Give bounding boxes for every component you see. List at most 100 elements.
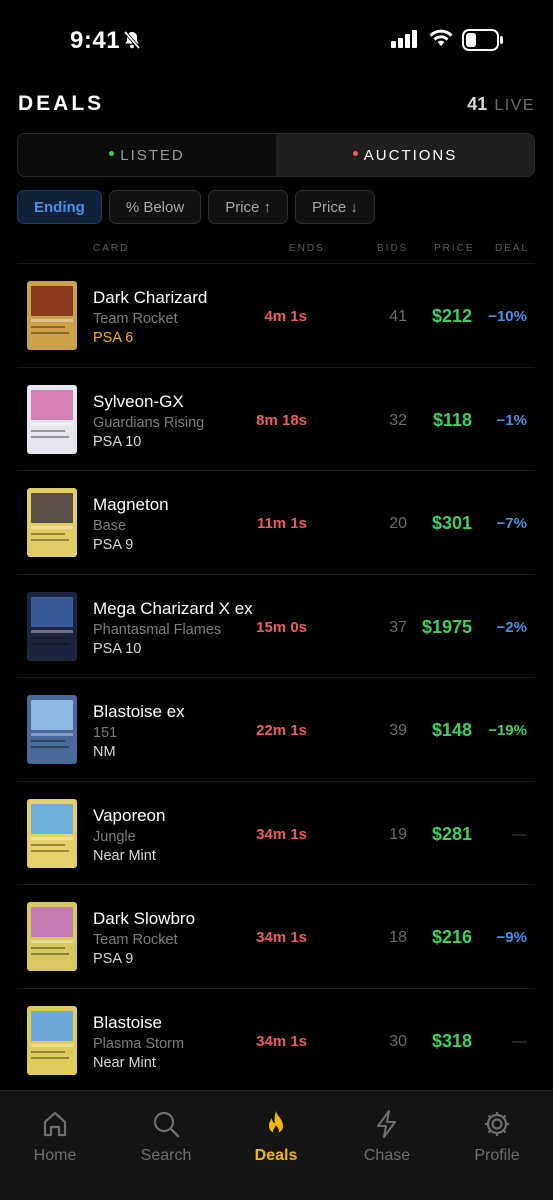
card-name: Magneton bbox=[93, 495, 169, 514]
table-row[interactable]: Mega Charizard X ex Phantasmal Flames PS… bbox=[17, 573, 535, 678]
table-row[interactable]: Blastoise Plasma Storm Near Mint 34m 1s … bbox=[17, 987, 535, 1092]
segment-listed[interactable]: LISTED bbox=[18, 134, 276, 176]
deal-percent: −7% bbox=[496, 515, 527, 532]
table-row[interactable]: Sylveon-GX Guardians Rising PSA 10 8m 18… bbox=[17, 366, 535, 471]
gear-icon bbox=[452, 1109, 542, 1139]
status-time: 9:41 bbox=[70, 27, 121, 54]
card-thumbnail bbox=[27, 488, 77, 557]
ends-countdown: 15m 0s bbox=[256, 618, 307, 636]
bid-count: 41 bbox=[389, 308, 407, 325]
bid-count: 37 bbox=[389, 618, 407, 636]
ends-countdown: 34m 1s bbox=[256, 929, 307, 946]
table-row[interactable]: Dark Charizard Team Rocket PSA 6 4m 1s 4… bbox=[17, 263, 535, 367]
card-set: Team Rocket bbox=[93, 932, 178, 948]
current-price: $118 bbox=[432, 409, 472, 430]
card-set: Jungle bbox=[93, 828, 136, 845]
table-header: CARD ENDS BIDS PRICE DEAL bbox=[0, 243, 553, 257]
deal-percent: −2% bbox=[496, 618, 527, 636]
current-price: $301 bbox=[431, 513, 472, 533]
current-price: $1975 bbox=[421, 616, 472, 637]
bid-count: 30 bbox=[389, 1032, 407, 1050]
bid-count: 18 bbox=[389, 929, 407, 946]
table-row[interactable]: Vaporeon Jungle Near Mint 34m 1s 19 $281… bbox=[17, 780, 535, 885]
tab-deals[interactable]: Deals bbox=[231, 1109, 321, 1165]
card-set: Phantasmal Flames bbox=[93, 621, 222, 638]
col-ends: ENDS bbox=[289, 243, 325, 254]
table-row[interactable]: Dark Slowbro Team Rocket PSA 9 34m 1s 18… bbox=[17, 884, 535, 988]
card-grade: PSA 10 bbox=[93, 433, 142, 450]
card-name: Blastoise bbox=[93, 1012, 162, 1032]
flame-icon bbox=[231, 1109, 321, 1139]
deal-percent: — bbox=[512, 825, 527, 843]
auction-list: Dark Charizard Team Rocket PSA 6 4m 1s 4… bbox=[17, 263, 535, 1091]
col-deal: DEAL bbox=[495, 243, 530, 254]
ends-countdown: 22m 1s bbox=[256, 722, 307, 739]
card-set: Guardians Rising bbox=[93, 414, 205, 431]
filter-percent-below[interactable]: % Below bbox=[108, 190, 202, 224]
card-name: Vaporeon bbox=[93, 805, 166, 825]
mode-segmented-control: LISTED AUCTIONS bbox=[17, 133, 535, 177]
filter-ending[interactable]: Ending bbox=[17, 190, 102, 224]
tab-home-label: Home bbox=[33, 1147, 77, 1164]
tab-chase[interactable]: Chase bbox=[342, 1109, 432, 1165]
ends-countdown: 34m 1s bbox=[256, 825, 307, 843]
card-thumbnail bbox=[27, 1005, 77, 1075]
ends-countdown: 34m 1s bbox=[256, 1032, 307, 1050]
filter-price-ascending[interactable]: Price ↑ bbox=[208, 190, 289, 224]
tab-profile-label: Profile bbox=[474, 1147, 520, 1164]
card-thumbnail bbox=[27, 902, 77, 971]
bottom-tab-bar: Home Search Deals Chase Profile bbox=[0, 1090, 553, 1200]
segment-auctions-label: AUCTIONS bbox=[363, 146, 458, 164]
card-grade: PSA 9 bbox=[93, 951, 134, 967]
card-thumbnail bbox=[27, 695, 77, 764]
card-set: Base bbox=[93, 518, 127, 534]
battery-icon bbox=[462, 29, 504, 56]
deal-percent: −10% bbox=[488, 308, 527, 325]
card-thumbnail bbox=[27, 798, 77, 868]
tab-profile[interactable]: Profile bbox=[452, 1109, 542, 1165]
col-price: PRICE bbox=[434, 243, 475, 254]
bid-count: 39 bbox=[389, 722, 407, 739]
page-title: DEALS bbox=[18, 92, 105, 115]
tab-search-label: Search bbox=[140, 1147, 192, 1164]
listed-status-dot bbox=[109, 150, 115, 156]
auctions-status-dot bbox=[352, 150, 358, 156]
card-name: Dark Slowbro bbox=[93, 909, 196, 928]
table-row[interactable]: Blastoise ex 151 NM 22m 1s 39 $148 −19% bbox=[17, 677, 535, 781]
table-row[interactable]: Magneton Base PSA 9 11m 1s 20 $301 −7% bbox=[17, 470, 535, 574]
card-grade: PSA 10 bbox=[93, 640, 142, 657]
card-set: Plasma Storm bbox=[93, 1035, 185, 1052]
card-grade: Near Mint bbox=[93, 847, 156, 864]
live-count: 41 bbox=[467, 94, 488, 114]
deal-percent: −9% bbox=[496, 929, 527, 946]
card-grade: Near Mint bbox=[93, 1054, 156, 1071]
segment-auctions[interactable]: AUCTIONS bbox=[276, 134, 534, 176]
card-thumbnail bbox=[27, 384, 77, 454]
card-set: 151 bbox=[93, 725, 118, 741]
ends-countdown: 11m 1s bbox=[256, 515, 307, 532]
card-name: Sylveon-GX bbox=[93, 391, 184, 411]
card-name: Dark Charizard bbox=[93, 288, 208, 307]
bell-muted-icon bbox=[122, 30, 142, 55]
card-set: Team Rocket bbox=[93, 311, 178, 327]
ends-countdown: 8m 18s bbox=[256, 411, 307, 429]
card-grade: PSA 9 bbox=[93, 537, 134, 553]
card-name: Blastoise ex bbox=[93, 702, 185, 721]
filter-price-descending[interactable]: Price ↓ bbox=[295, 190, 375, 224]
sort-filter-bar: Ending % Below Price ↑ Price ↓ bbox=[17, 190, 375, 224]
bid-count: 32 bbox=[389, 411, 407, 429]
ends-countdown: 4m 1s bbox=[264, 308, 307, 325]
card-name: Mega Charizard X ex bbox=[93, 598, 253, 618]
card-thumbnail bbox=[27, 281, 77, 350]
deal-percent: — bbox=[512, 1032, 527, 1050]
wifi-icon bbox=[428, 28, 454, 53]
tab-search[interactable]: Search bbox=[121, 1109, 211, 1165]
card-thumbnail bbox=[27, 591, 77, 661]
live-counter: 41 LIVE bbox=[467, 94, 535, 115]
current-price: $148 bbox=[431, 720, 472, 740]
tab-deals-label: Deals bbox=[254, 1147, 298, 1164]
tab-home[interactable]: Home bbox=[10, 1109, 100, 1165]
deal-percent: −1% bbox=[496, 411, 527, 429]
status-bar: 9:41 bbox=[0, 0, 553, 80]
card-grade: PSA 6 bbox=[93, 330, 134, 346]
